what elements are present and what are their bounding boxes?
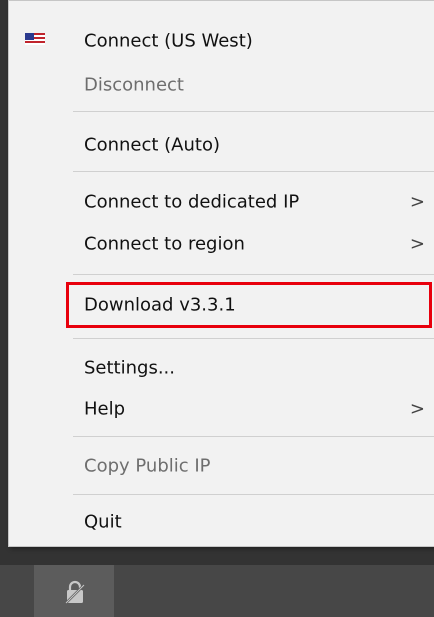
menu-item-label: Settings... — [84, 357, 175, 379]
menu-item-disconnect: Disconnect — [9, 63, 434, 107]
menu-item-label: Connect (Auto) — [84, 134, 220, 156]
submenu-chevron-icon: > — [409, 233, 425, 255]
menu-item-label: Connect to region — [84, 233, 245, 255]
menu-item-copy-public-ip: Copy Public IP — [9, 444, 434, 488]
menu-item-connect-auto[interactable]: Connect (Auto) — [9, 123, 434, 167]
menu-item-label: Quit — [84, 511, 122, 533]
tray-context-menu: Connect (US West) Disconnect Connect (Au… — [8, 0, 434, 547]
menu-item-label: Help — [84, 398, 126, 420]
menu-separator — [73, 494, 434, 495]
taskbar — [0, 565, 434, 617]
menu-item-quit[interactable]: Quit — [9, 500, 434, 544]
menu-separator — [73, 171, 434, 172]
tray-button-vpn[interactable] — [34, 565, 114, 617]
menu-item-label: Disconnect — [84, 74, 184, 96]
menu-item-help[interactable]: Help > — [9, 387, 434, 431]
desktop: Connect (US West) Disconnect Connect (Au… — [0, 0, 434, 617]
menu-separator — [73, 111, 434, 112]
submenu-chevron-icon: > — [409, 191, 425, 213]
menu-separator — [73, 338, 434, 339]
menu-separator — [73, 274, 434, 275]
menu-item-settings[interactable]: Settings... — [9, 346, 434, 390]
menu-item-label: Connect (US West) — [84, 30, 253, 52]
menu-item-connect-us-west[interactable]: Connect (US West) — [9, 19, 434, 63]
menu-item-label: Copy Public IP — [84, 455, 211, 477]
menu-item-connect-region[interactable]: Connect to region > — [9, 222, 434, 266]
submenu-chevron-icon: > — [409, 398, 425, 420]
download-highlight-box — [66, 282, 432, 328]
menu-item-label: Connect to dedicated IP — [84, 191, 300, 213]
menu-item-connect-dedicated-ip[interactable]: Connect to dedicated IP > — [9, 180, 434, 224]
menu-separator — [73, 436, 434, 437]
vpn-lock-icon — [65, 580, 85, 604]
